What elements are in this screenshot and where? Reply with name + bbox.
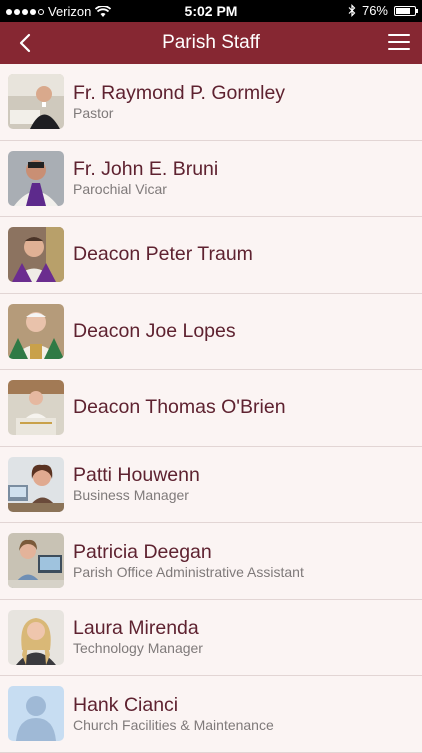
- staff-role: Parish Office Administrative Assistant: [73, 563, 304, 580]
- back-button[interactable]: [10, 28, 40, 58]
- staff-text: Patti Houwenn Business Manager: [73, 447, 200, 523]
- staff-photo: [8, 686, 64, 741]
- staff-list-item[interactable]: Hank Cianci Church Facilities & Maintenan…: [0, 676, 422, 753]
- staff-text: Laura Mirenda Technology Manager: [73, 600, 203, 676]
- deacon-in-green-vestment-icon: [8, 303, 64, 359]
- staff-name: Laura Mirenda: [73, 617, 199, 640]
- deacon-in-purple-vestment-icon: [8, 227, 64, 282]
- chevron-left-icon: [19, 33, 31, 53]
- staff-name: Deacon Peter Traum: [73, 243, 253, 266]
- staff-photo: [8, 150, 64, 206]
- deacon-at-ambo-icon: [8, 380, 64, 435]
- staff-list-item[interactable]: Fr. John E. Bruni Parochial Vicar: [0, 140, 422, 217]
- bluetooth-icon: [348, 4, 356, 17]
- woman-at-computer-icon: [8, 533, 64, 588]
- hamburger-menu-icon: [388, 34, 410, 36]
- woman-at-desk-icon: [8, 456, 64, 512]
- staff-name: Fr. Raymond P. Gormley: [73, 81, 286, 104]
- staff-role: Technology Manager: [73, 640, 203, 657]
- menu-button[interactable]: [388, 32, 410, 52]
- staff-name: Deacon Thomas O'Brien: [73, 396, 286, 419]
- staff-photo: [8, 533, 64, 588]
- staff-photo: [8, 303, 64, 359]
- staff-list-item[interactable]: Deacon Joe Lopes: [0, 293, 422, 370]
- default-person-silhouette-icon: [8, 686, 64, 741]
- staff-name: Deacon Joe Lopes: [73, 319, 236, 342]
- staff-name: Patricia Deegan: [73, 540, 212, 563]
- woman-with-long-hair-icon: [8, 609, 64, 665]
- staff-role: Business Manager: [73, 487, 189, 504]
- staff-text: Fr. John E. Bruni Parochial Vicar: [73, 141, 218, 217]
- battery-level: [396, 7, 410, 14]
- staff-role: Pastor: [73, 104, 114, 121]
- staff-photo: [8, 227, 64, 282]
- staff-list-item[interactable]: Patricia Deegan Parish Office Administrat…: [0, 523, 422, 600]
- staff-name: Hank Cianci: [73, 693, 179, 716]
- staff-list-item[interactable]: Deacon Thomas O'Brien: [0, 370, 422, 447]
- staff-text: Patricia Deegan Parish Office Administrat…: [73, 523, 304, 599]
- staff-text: Fr. Raymond P. Gormley Pastor: [73, 64, 285, 140]
- nav-bar: Parish Staff: [0, 22, 422, 64]
- staff-list-item[interactable]: Laura Mirenda Technology Manager: [0, 599, 422, 676]
- staff-name: Fr. John E. Bruni: [73, 158, 219, 181]
- staff-role: Parochial Vicar: [73, 181, 167, 198]
- staff-list-item[interactable]: Fr. Raymond P. Gormley Pastor: [0, 64, 422, 141]
- staff-list-item[interactable]: Patti Houwenn Business Manager: [0, 446, 422, 523]
- staff-text: Deacon Peter Traum: [73, 217, 253, 293]
- battery-icon: [394, 5, 418, 16]
- staff-text: Deacon Joe Lopes: [73, 294, 236, 370]
- battery-percent: 76%: [361, 3, 388, 18]
- staff-list: Fr. Raymond P. Gormley Pastor Fr. John E. …: [0, 64, 422, 753]
- staff-text: Deacon Thomas O'Brien: [73, 370, 286, 446]
- staff-photo: [8, 380, 64, 435]
- staff-name: Patti Houwenn: [73, 464, 200, 487]
- page-title: Parish Staff: [162, 32, 260, 53]
- staff-photo: [8, 609, 64, 665]
- priest-portrait-icon: [8, 74, 64, 129]
- staff-photo: [8, 456, 64, 512]
- staff-photo: [8, 74, 64, 129]
- priest-in-purple-vestment-icon: [8, 150, 64, 206]
- staff-list-item[interactable]: Deacon Peter Traum: [0, 217, 422, 294]
- staff-role: Church Facilities & Maintenance: [73, 716, 274, 733]
- status-bar: Verizon 5:02 PM 76%: [0, 0, 422, 22]
- staff-text: Hank Cianci Church Facilities & Maintenan…: [73, 676, 274, 752]
